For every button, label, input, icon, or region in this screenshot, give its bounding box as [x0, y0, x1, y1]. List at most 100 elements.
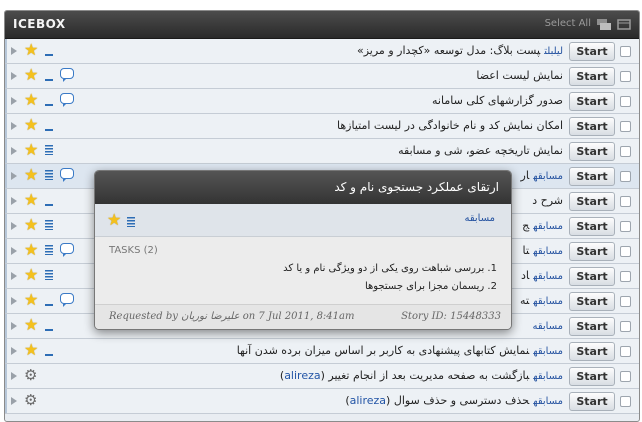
- star-icon[interactable]: ★: [24, 92, 38, 108]
- story-label[interactable]: مسابقه: [533, 371, 563, 382]
- star-icon[interactable]: ★: [24, 192, 38, 208]
- select-checkbox[interactable]: [620, 171, 631, 182]
- start-button[interactable]: Start: [569, 342, 615, 361]
- star-icon[interactable]: ★: [24, 42, 38, 58]
- story-row[interactable]: ★ صدور گزارشهای کلی سامانه Start: [5, 89, 639, 114]
- select-checkbox[interactable]: [620, 71, 631, 82]
- story-label[interactable]: مسابقه: [533, 171, 563, 182]
- story-label[interactable]: مسابقه: [533, 246, 563, 257]
- expand-arrow-icon[interactable]: [11, 147, 17, 155]
- start-button[interactable]: Start: [569, 317, 615, 336]
- story-title[interactable]: مسابقهنمایش کتابهای پیشنهادی به کاربر بر…: [237, 339, 563, 363]
- select-checkbox[interactable]: [620, 346, 631, 357]
- expand-arrow-icon[interactable]: [11, 247, 17, 255]
- expand-arrow-icon[interactable]: [11, 347, 17, 355]
- expand-arrow-icon[interactable]: [11, 197, 17, 205]
- story-title[interactable]: مسابقهار: [521, 164, 563, 188]
- select-checkbox[interactable]: [620, 296, 631, 307]
- story-row[interactable]: ⚙ مسابقهحذف دسترسی و حذف سوال (alireza) St…: [5, 389, 639, 414]
- story-title[interactable]: مسابقهته: [520, 289, 563, 313]
- story-label[interactable]: مسابقه: [533, 396, 563, 407]
- expand-arrow-icon[interactable]: [11, 97, 17, 105]
- popup-label[interactable]: مسابقه: [464, 213, 495, 224]
- start-button[interactable]: Start: [569, 42, 615, 61]
- story-title[interactable]: ليلبلتپست بلاگ: مدل توسعه «کچدار و مریز»: [357, 39, 563, 63]
- story-row[interactable]: ★ مسابقهنمایش کتابهای پیشنهادی به کاربر ب…: [5, 339, 639, 364]
- expand-arrow-icon[interactable]: [11, 172, 17, 180]
- story-label[interactable]: مسابقه: [533, 296, 563, 307]
- story-title[interactable]: مسابقهج: [522, 214, 563, 238]
- story-title[interactable]: مسابقهحذف دسترسی و حذف سوال (alireza): [345, 389, 563, 413]
- story-title[interactable]: امکان نمایش کد و نام خانوادگی در لیست ام…: [337, 114, 563, 138]
- start-button[interactable]: Start: [569, 242, 615, 261]
- close-panel-icon[interactable]: [617, 19, 631, 30]
- story-title[interactable]: صدور گزارشهای کلی سامانه: [432, 89, 563, 113]
- select-checkbox[interactable]: [620, 121, 631, 132]
- select-checkbox[interactable]: [620, 271, 631, 282]
- start-button[interactable]: Start: [569, 142, 615, 161]
- story-label[interactable]: ليلبلت: [544, 46, 563, 57]
- start-button[interactable]: Start: [569, 167, 615, 186]
- expand-arrow-icon[interactable]: [11, 47, 17, 55]
- feature-type-icon: [45, 270, 53, 280]
- expand-arrow-icon[interactable]: [11, 272, 17, 280]
- story-title[interactable]: مسابقهبازگشت به صفحه مدیریت بعد از انجام…: [280, 364, 563, 388]
- story-row[interactable]: ★ ليلبلتپست بلاگ: مدل توسعه «کچدار و مریز…: [5, 39, 639, 64]
- select-checkbox[interactable]: [620, 321, 631, 332]
- story-title[interactable]: نمایش تاریخچه عضو، شی و مسابقه: [398, 139, 563, 163]
- story-label[interactable]: مسابقه: [532, 321, 563, 332]
- expand-arrow-icon[interactable]: [11, 122, 17, 130]
- select-checkbox[interactable]: [620, 146, 631, 157]
- expand-arrow-icon[interactable]: [11, 397, 17, 405]
- star-icon[interactable]: ★: [107, 212, 121, 228]
- star-icon[interactable]: ★: [24, 142, 38, 158]
- story-label[interactable]: مسابقه: [533, 346, 563, 357]
- select-all-link[interactable]: Select All: [545, 18, 591, 29]
- move-stack-icon[interactable]: [597, 19, 611, 30]
- star-icon[interactable]: ★: [24, 267, 38, 283]
- select-checkbox[interactable]: [620, 196, 631, 207]
- story-title[interactable]: مسابقه: [528, 314, 563, 338]
- star-icon[interactable]: ★: [24, 117, 38, 133]
- story-row[interactable]: ★ نمایش تاریخچه عضو، شی و مسابقه Start: [5, 139, 639, 164]
- star-icon[interactable]: ★: [24, 217, 38, 233]
- chore-type-icon: [45, 329, 53, 331]
- story-owner[interactable]: alireza: [284, 369, 320, 382]
- start-button[interactable]: Start: [569, 217, 615, 236]
- select-checkbox[interactable]: [620, 46, 631, 57]
- select-checkbox[interactable]: [620, 246, 631, 257]
- expand-arrow-icon[interactable]: [11, 222, 17, 230]
- story-owner[interactable]: alireza: [350, 394, 386, 407]
- story-row[interactable]: ★ امکان نمایش کد و نام خانوادگی در لیست ا…: [5, 114, 639, 139]
- story-title[interactable]: مسابقهاد: [521, 264, 563, 288]
- start-button[interactable]: Start: [569, 117, 615, 136]
- start-button[interactable]: Start: [569, 267, 615, 286]
- select-checkbox[interactable]: [620, 221, 631, 232]
- star-icon[interactable]: ★: [24, 242, 38, 258]
- story-title[interactable]: شرح د: [532, 189, 563, 213]
- story-label[interactable]: مسابقه: [533, 221, 563, 232]
- story-row[interactable]: ★ نمایش لیست اعضا Start: [5, 64, 639, 89]
- star-icon[interactable]: ★: [24, 292, 38, 308]
- select-checkbox[interactable]: [620, 96, 631, 107]
- expand-arrow-icon[interactable]: [11, 72, 17, 80]
- story-row[interactable]: ⚙ مسابقهبازگشت به صفحه مدیریت بعد از انجا…: [5, 364, 639, 389]
- start-button[interactable]: Start: [569, 192, 615, 211]
- star-icon[interactable]: ★: [24, 167, 38, 183]
- start-button[interactable]: Start: [569, 67, 615, 86]
- story-title[interactable]: نمایش لیست اعضا: [476, 64, 563, 88]
- star-icon[interactable]: ★: [24, 67, 38, 83]
- story-label[interactable]: مسابقه: [533, 271, 563, 282]
- star-icon[interactable]: ★: [24, 317, 38, 333]
- expand-arrow-icon[interactable]: [11, 322, 17, 330]
- story-title[interactable]: مسابقهتا: [523, 239, 563, 263]
- start-button[interactable]: Start: [569, 367, 615, 386]
- select-checkbox[interactable]: [620, 371, 631, 382]
- expand-arrow-icon[interactable]: [11, 297, 17, 305]
- select-checkbox[interactable]: [620, 396, 631, 407]
- start-button[interactable]: Start: [569, 292, 615, 311]
- start-button[interactable]: Start: [569, 92, 615, 111]
- star-icon[interactable]: ★: [24, 342, 38, 358]
- expand-arrow-icon[interactable]: [11, 372, 17, 380]
- start-button[interactable]: Start: [569, 392, 615, 411]
